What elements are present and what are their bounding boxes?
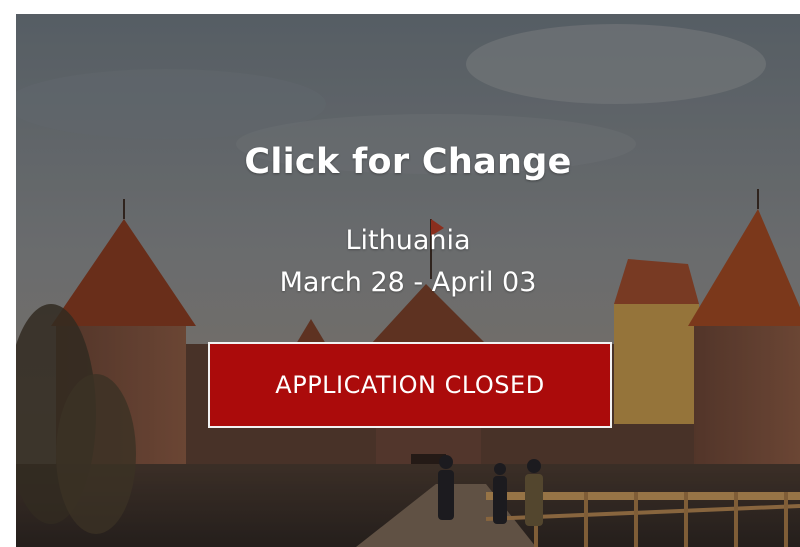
event-location: Lithuania [345, 225, 471, 256]
event-title: Click for Change [244, 142, 572, 182]
event-card[interactable]: Click for Change Lithuania March 28 - Ap… [16, 14, 800, 547]
event-dates: March 28 - April 03 [279, 267, 537, 298]
card-content: Click for Change Lithuania March 28 - Ap… [16, 14, 800, 547]
application-closed-button[interactable]: APPLICATION CLOSED [208, 342, 612, 428]
